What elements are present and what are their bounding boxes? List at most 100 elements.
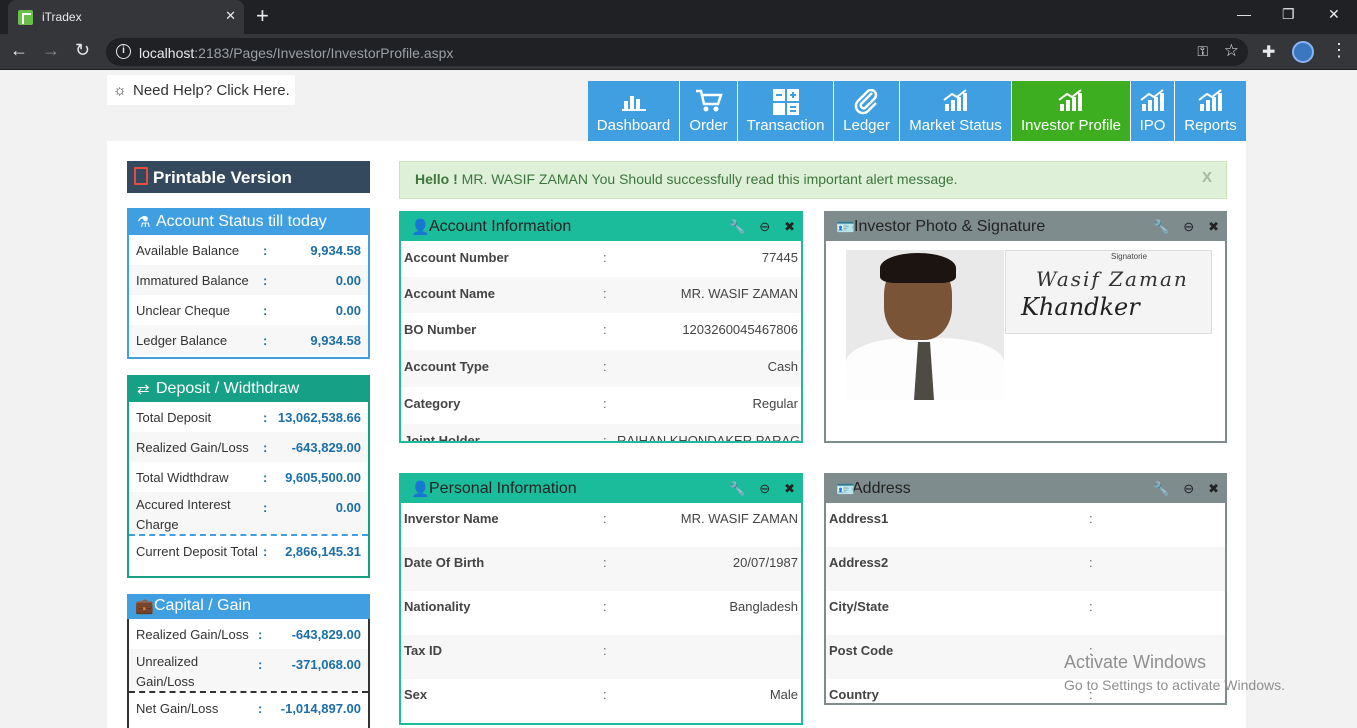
panel-tools: 🔧 ⊖ ✖ bbox=[1153, 481, 1219, 497]
row-label: City/State bbox=[829, 599, 889, 614]
nav-transaction[interactable]: Transaction bbox=[738, 81, 834, 141]
key-icon[interactable]: ⚿ bbox=[1197, 43, 1208, 60]
row-label: Accured Interest Charge bbox=[136, 497, 231, 532]
help-link[interactable]: ☼ Need Help? Click Here. bbox=[107, 75, 295, 105]
tab-close-icon[interactable]: ✕ bbox=[225, 8, 236, 24]
bookmark-star-icon[interactable]: ☆ bbox=[1224, 41, 1239, 61]
wrench-icon[interactable]: 🔧 bbox=[1153, 481, 1169, 497]
extensions-puzzle-icon[interactable]: ✚ bbox=[1262, 42, 1275, 62]
row-value: 0.00 bbox=[335, 273, 361, 288]
growth-chart-icon bbox=[1058, 89, 1082, 111]
personal-info-header: 👤 Personal Information 🔧 ⊖ ✖ bbox=[401, 475, 801, 503]
row-separator: : bbox=[603, 511, 607, 526]
row-separator: : bbox=[258, 627, 263, 642]
nav-investor-profile[interactable]: Investor Profile bbox=[1012, 81, 1131, 141]
row-value: 77445 bbox=[761, 250, 798, 265]
address-row: City/State: bbox=[826, 591, 1225, 635]
minimize-circle-icon[interactable]: ⊖ bbox=[759, 219, 770, 235]
forward-arrow-icon[interactable]: → bbox=[42, 40, 60, 61]
photo-signature-header: 🪪 Investor Photo & Signature 🔧 ⊖ ✖ bbox=[826, 213, 1225, 241]
nav-label: Dashboard bbox=[596, 117, 671, 134]
nav-ipo[interactable]: IPO bbox=[1131, 81, 1175, 141]
id-card-icon: 🪪 bbox=[836, 219, 855, 236]
close-icon[interactable]: ✖ bbox=[784, 219, 795, 235]
row-label: Address2 bbox=[829, 555, 889, 570]
alert-greeting: Hello ! bbox=[415, 171, 458, 187]
row-value: 9,605,500.00 bbox=[285, 470, 361, 485]
personal-info-title: Personal Information bbox=[429, 480, 577, 497]
address-header: 🪪 Address 🔧 ⊖ ✖ bbox=[826, 475, 1225, 503]
close-icon[interactable]: ✖ bbox=[1208, 481, 1219, 497]
url-path: :2183/Pages/Investor/InvestorProfile.asp… bbox=[194, 45, 454, 61]
row-separator: : bbox=[263, 500, 268, 515]
row-separator: : bbox=[603, 643, 607, 658]
close-icon[interactable]: ✖ bbox=[1208, 219, 1219, 235]
browser-menu-icon[interactable]: ⋮ bbox=[1330, 40, 1348, 61]
personal-row: Date Of Birth: 20/07/1987 bbox=[401, 547, 801, 591]
window-close-icon[interactable]: ✕ bbox=[1328, 6, 1340, 23]
minimize-circle-icon[interactable]: ⊖ bbox=[759, 481, 770, 497]
briefcase-icon: 💼 bbox=[135, 598, 154, 615]
pdf-icon bbox=[134, 167, 148, 185]
signature-image: Signatorie Wasif Zaman Khandker bbox=[1005, 250, 1212, 334]
back-arrow-icon[interactable]: ← bbox=[10, 40, 28, 61]
close-icon[interactable]: ✖ bbox=[784, 481, 795, 497]
wrench-icon[interactable]: 🔧 bbox=[1153, 219, 1169, 235]
row-label: Immatured Balance bbox=[136, 273, 249, 288]
growth-chart-icon bbox=[942, 89, 967, 111]
alert-text: MR. WASIF ZAMAN You Should successfully … bbox=[461, 171, 958, 187]
nav-market-status[interactable]: Market Status bbox=[900, 81, 1012, 141]
signature-line-2: Khandker bbox=[1021, 293, 1140, 321]
browser-tab[interactable]: iTradex ✕ bbox=[8, 0, 244, 34]
status-row: Immatured Balance: 0.00 bbox=[129, 265, 368, 295]
minimize-icon[interactable]: — bbox=[1237, 6, 1251, 22]
wrench-icon[interactable]: 🔧 bbox=[729, 481, 745, 497]
reload-icon[interactable]: ↻ bbox=[75, 40, 90, 61]
panel-tools: 🔧 ⊖ ✖ bbox=[729, 219, 795, 235]
row-label: Unclear Cheque bbox=[136, 303, 230, 318]
lightbulb-icon: ☼ bbox=[113, 82, 127, 99]
row-label: Ledger Balance bbox=[136, 333, 228, 348]
nav-reports[interactable]: Reports bbox=[1175, 81, 1246, 141]
profile-avatar[interactable] bbox=[1292, 41, 1314, 63]
nav-ledger[interactable]: Ledger bbox=[834, 81, 900, 141]
row-label: Account Type bbox=[404, 359, 489, 374]
row-label: Realized Gain/Loss bbox=[136, 440, 249, 455]
row-separator: : bbox=[263, 273, 268, 288]
alert-close-button[interactable]: X bbox=[1202, 169, 1212, 186]
address-bar[interactable]: i localhost:2183/Pages/Investor/Investor… bbox=[106, 38, 1248, 66]
main-navigation: Dashboard Order Transaction Ledger Marke… bbox=[588, 81, 1246, 141]
row-separator: : bbox=[1089, 511, 1093, 526]
nav-order[interactable]: Order bbox=[680, 81, 738, 141]
row-separator: : bbox=[263, 333, 268, 348]
personal-row: Nationality: Bangladesh bbox=[401, 591, 801, 635]
row-label: Current Deposit Total bbox=[136, 544, 258, 559]
row-value: -643,829.00 bbox=[291, 627, 361, 642]
restore-icon[interactable]: ❐ bbox=[1282, 6, 1295, 23]
address-row: Address1: bbox=[826, 503, 1225, 547]
wrench-icon[interactable]: 🔧 bbox=[729, 219, 745, 235]
row-separator: : bbox=[603, 250, 607, 265]
row-label: Date Of Birth bbox=[404, 555, 485, 570]
minimize-circle-icon[interactable]: ⊖ bbox=[1183, 219, 1194, 235]
row-label: Category bbox=[404, 396, 461, 411]
capital-box: 💼 Capital / Gain Realized Gain/Loss: -643… bbox=[127, 594, 370, 728]
site-info-icon[interactable]: i bbox=[116, 44, 131, 59]
deposit-row: Accured Interest Charge: 0.00 bbox=[129, 492, 368, 534]
printable-version-button[interactable]: Printable Version bbox=[127, 161, 370, 193]
url-text[interactable]: localhost:2183/Pages/Investor/InvestorPr… bbox=[139, 45, 453, 61]
personal-row: Inverstor Name: MR. WASIF ZAMAN bbox=[401, 503, 801, 547]
nav-dashboard[interactable]: Dashboard bbox=[588, 81, 680, 141]
bar-chart-icon bbox=[621, 96, 646, 111]
help-label: Need Help? Click Here. bbox=[133, 82, 290, 99]
tab-title: iTradex bbox=[42, 10, 82, 24]
minimize-circle-icon[interactable]: ⊖ bbox=[1183, 481, 1194, 497]
alert-message: Hello ! MR. WASIF ZAMAN You Should succe… bbox=[399, 161, 1227, 199]
row-label: Sex bbox=[404, 687, 428, 702]
new-tab-icon[interactable]: + bbox=[256, 5, 269, 27]
row-separator: : bbox=[263, 303, 268, 318]
row-value: MR. WASIF ZAMAN bbox=[680, 286, 798, 301]
row-value: 0.00 bbox=[335, 500, 361, 515]
account-row: Account Number: 77445 bbox=[401, 241, 801, 277]
deposit-row: Total Deposit:13,062,538.66 bbox=[129, 402, 368, 432]
